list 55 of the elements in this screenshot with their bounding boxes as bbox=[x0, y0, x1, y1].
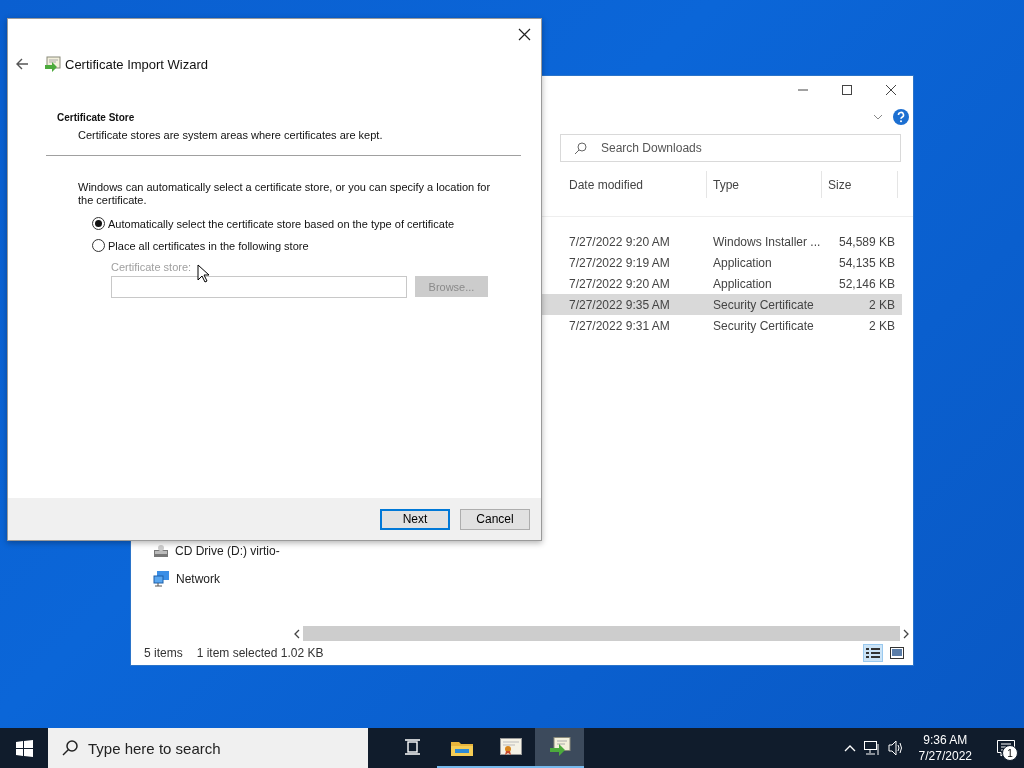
radio-button[interactable] bbox=[92, 239, 105, 252]
windows-logo-icon bbox=[15, 739, 33, 757]
window-title: Certificate Import Wizard bbox=[65, 56, 209, 72]
maximize-icon bbox=[842, 85, 852, 95]
certificate-import-icon bbox=[548, 737, 571, 757]
chevron-down-icon bbox=[873, 113, 883, 121]
radio-button[interactable] bbox=[92, 217, 105, 230]
selection-info: 1 item selected 1.02 KB bbox=[196, 646, 324, 660]
column-header[interactable]: Date modified bbox=[563, 171, 707, 198]
notification-count: 1 bbox=[1002, 745, 1018, 761]
radio-label: Automatically select the certificate store based on the type of certificate bbox=[108, 217, 455, 230]
clock-time: 9:36 AM bbox=[923, 732, 968, 748]
radio-option[interactable]: Place all certificates in the following store bbox=[92, 239, 521, 252]
close-icon bbox=[886, 85, 896, 95]
certificate-import-icon bbox=[43, 55, 61, 73]
nav-item[interactable]: Network bbox=[153, 570, 293, 587]
details-view-button[interactable] bbox=[863, 644, 883, 662]
volume-icon bbox=[887, 740, 903, 756]
column-header[interactable]: Size bbox=[822, 171, 898, 198]
mouse-cursor-icon bbox=[197, 264, 210, 283]
chevron-up-icon bbox=[843, 743, 856, 753]
scrollbar-thumb[interactable] bbox=[303, 626, 900, 641]
nav-item[interactable]: CD Drive (D:) virtio- bbox=[153, 544, 293, 558]
notifications-button[interactable]: 1 bbox=[988, 728, 1024, 768]
section-heading: Certificate Store bbox=[57, 112, 136, 123]
dialog-button[interactable]: Cancel bbox=[460, 508, 530, 530]
scroll-right-icon bbox=[902, 628, 910, 639]
search-icon bbox=[62, 740, 78, 756]
search-field[interactable]: Search Downloads bbox=[560, 134, 901, 162]
picture-view-icon bbox=[890, 647, 904, 659]
details-view-icon bbox=[866, 647, 880, 659]
help-icon bbox=[893, 109, 909, 125]
certificate-icon bbox=[499, 738, 522, 756]
column-header[interactable]: Type bbox=[707, 171, 822, 198]
item-count: 5 items bbox=[144, 646, 183, 660]
drive-icon bbox=[153, 544, 169, 558]
close-icon bbox=[518, 27, 531, 41]
radio-option[interactable]: Automatically select the certificate store based on the type of certificate bbox=[92, 217, 521, 230]
network-icon bbox=[153, 570, 170, 587]
taskbar-search-field[interactable]: Type here to search bbox=[48, 728, 368, 768]
certificate-store-field[interactable] bbox=[111, 276, 407, 298]
clock-date: 7/27/2022 bbox=[918, 748, 972, 764]
back-arrow-icon bbox=[16, 58, 29, 70]
large-icons-view-button[interactable] bbox=[887, 644, 907, 662]
field-label: Certificate store: bbox=[111, 261, 193, 273]
network-status-icon bbox=[863, 740, 880, 756]
taskbar-app-button[interactable] bbox=[535, 728, 584, 768]
instruction-text: Windows can automatically select a certificate store, or you can specify a location for the certificate. bbox=[78, 181, 492, 207]
task-view-icon bbox=[404, 739, 421, 755]
notification-icon bbox=[997, 739, 1015, 757]
search-icon bbox=[574, 142, 587, 155]
radio-label: Place all certificates in the following store bbox=[108, 239, 309, 252]
section-description: Certificate stores are system areas where certificates are kept. bbox=[78, 129, 384, 141]
dialog-button[interactable]: Next bbox=[380, 508, 450, 530]
scroll-left-icon bbox=[293, 628, 301, 639]
